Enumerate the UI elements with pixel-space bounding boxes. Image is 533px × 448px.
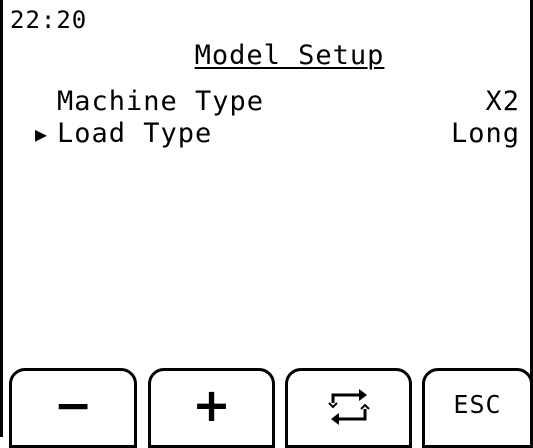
menu-item-value: Long xyxy=(450,118,520,149)
selection-arrow-icon: ▶ xyxy=(34,122,48,146)
menu-item-label: Load Type xyxy=(57,118,213,149)
minus-icon: − xyxy=(53,378,93,432)
plus-icon: + xyxy=(192,378,231,432)
menu-item-value: X2 xyxy=(485,86,520,117)
clock-time: 22:20 xyxy=(10,6,88,34)
softkey-bar: − + ESC xyxy=(3,368,533,448)
esc-label: ESC xyxy=(453,390,502,419)
menu-item-label: Machine Type xyxy=(57,86,265,117)
menu-item-load-type[interactable]: ▶ Load Type Long xyxy=(3,116,533,152)
swap-arrows-icon xyxy=(319,385,379,429)
minus-button[interactable]: − xyxy=(9,368,137,448)
plus-button[interactable]: + xyxy=(148,368,275,448)
lcd-screen: 22:20 Model Setup Machine Type X2 ▶ Load… xyxy=(0,0,533,448)
toggle-button[interactable] xyxy=(285,368,412,448)
esc-button[interactable]: ESC xyxy=(422,368,533,448)
page-title-text: Model Setup xyxy=(194,40,385,71)
page-title: Model Setup xyxy=(3,40,533,72)
menu-item-machine-type[interactable]: Machine Type X2 xyxy=(3,84,533,120)
